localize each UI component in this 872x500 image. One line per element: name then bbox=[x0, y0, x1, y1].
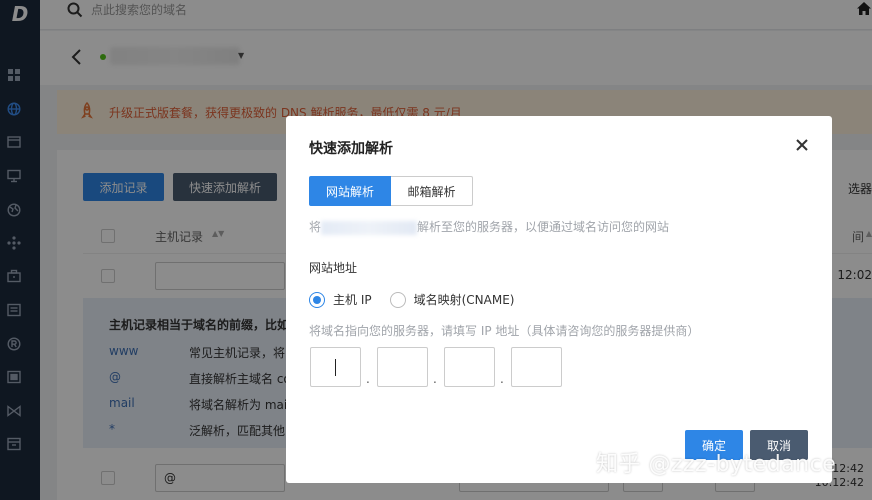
ip-separator: . bbox=[366, 372, 370, 386]
domain-name-redacted bbox=[321, 220, 418, 235]
watermark: 知乎 @zzz-bytedance bbox=[596, 452, 837, 477]
close-icon[interactable] bbox=[794, 137, 810, 153]
ip-octet-1-input[interactable] bbox=[310, 347, 361, 387]
resolve-type-tabs: 网站解析 邮箱解析 bbox=[309, 176, 473, 206]
ip-octet-2-input[interactable] bbox=[377, 347, 428, 387]
ip-separator: . bbox=[433, 372, 437, 386]
ip-separator: . bbox=[500, 372, 504, 386]
ip-octet-3-input[interactable] bbox=[444, 347, 495, 387]
dialog-description: 将解析至您的服务器，以便通过域名访问您的网站 bbox=[309, 220, 670, 235]
tab-website[interactable]: 网站解析 bbox=[309, 176, 391, 206]
ip-octet-4-input[interactable] bbox=[511, 347, 562, 387]
tab-email[interactable]: 邮箱解析 bbox=[391, 176, 473, 206]
quick-add-dialog: 快速添加解析 网站解析 邮箱解析 将解析至您的服务器，以便通过域名访问您的网站 … bbox=[286, 116, 832, 483]
radio-host-ip-label[interactable]: 主机 IP bbox=[333, 291, 372, 308]
address-type-radio-group: 主机 IP 域名映射(CNAME) bbox=[309, 291, 532, 308]
ip-hint: 将域名指向您的服务器，请填写 IP 地址（具体请咨询您的服务器提供商） bbox=[309, 324, 700, 338]
radio-cname-label[interactable]: 域名映射(CNAME) bbox=[414, 291, 515, 308]
website-address-label: 网站地址 bbox=[309, 261, 358, 275]
dialog-title: 快速添加解析 bbox=[309, 141, 393, 157]
radio-host-ip[interactable] bbox=[309, 291, 325, 308]
radio-cname[interactable] bbox=[389, 291, 406, 308]
